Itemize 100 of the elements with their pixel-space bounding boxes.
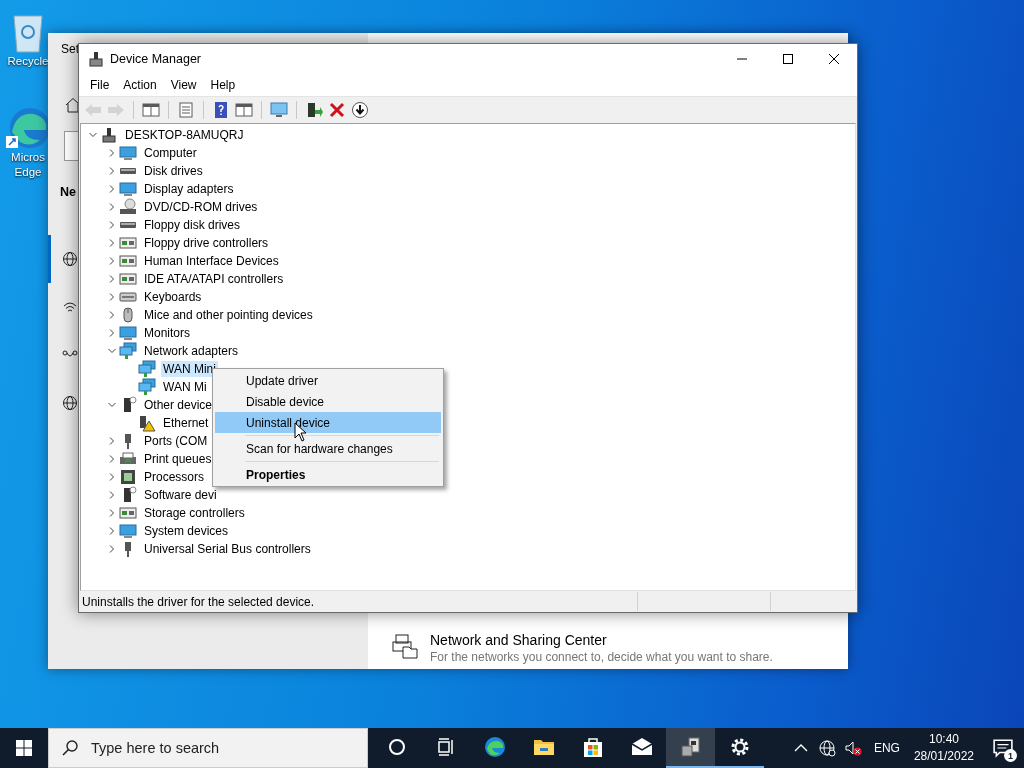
maximize-icon[interactable]: [782, 53, 794, 65]
expand-chevron-icon[interactable]: [108, 455, 116, 463]
tree-item-label[interactable]: DVD/CD-ROM drives: [142, 199, 260, 215]
expand-chevron-icon[interactable]: [108, 545, 116, 553]
tree-item-label[interactable]: System devices: [142, 523, 231, 539]
menu-item[interactable]: View: [163, 78, 204, 92]
language-indicator[interactable]: ENG: [873, 741, 900, 755]
expand-chevron-icon[interactable]: [108, 473, 116, 481]
tree-item-label[interactable]: Ports (COM: [142, 433, 210, 449]
expand-chevron-icon[interactable]: [108, 491, 116, 499]
expand-chevron-icon[interactable]: [108, 527, 116, 535]
collapse-chevron-icon[interactable]: [108, 401, 116, 409]
tree-item-label[interactable]: Display adapters: [142, 181, 236, 197]
tree-item-label[interactable]: Human Interface Devices: [142, 253, 281, 269]
search-field[interactable]: [64, 131, 78, 161]
menu-item[interactable]: File: [83, 78, 117, 92]
tree-item-label[interactable]: IDE ATA/ATAPI controllers: [142, 271, 286, 287]
clock-time[interactable]: 10:40: [928, 731, 959, 748]
circuit-card-icon: [119, 270, 137, 288]
notification-icon[interactable]: [993, 738, 1013, 758]
tree-item-label[interactable]: WAN Mi: [161, 379, 209, 395]
context-menu-item[interactable]: Uninstall device: [215, 412, 441, 433]
tree-item-label[interactable]: DESKTOP-8AMUQRJ: [123, 127, 246, 143]
globe-icon: [62, 251, 78, 267]
scan-monitor-icon[interactable]: [270, 101, 288, 119]
expand-chevron-icon[interactable]: [108, 239, 116, 247]
tree-item-label[interactable]: Software devi: [142, 487, 219, 503]
tree-item-label[interactable]: Universal Serial Bus controllers: [142, 541, 313, 557]
windows-logo-icon[interactable]: [16, 740, 32, 756]
printer-folder-icon[interactable]: [392, 633, 418, 659]
device-manager-icon[interactable]: [678, 735, 703, 759]
link-title[interactable]: Network and Sharing Center: [430, 631, 773, 649]
context-menu-item[interactable]: Scan for hardware changes: [215, 438, 441, 459]
globe-icon[interactable]: [817, 739, 836, 757]
context-menu-item[interactable]: Disable device: [215, 391, 441, 412]
desktop-icon-label: Micros: [11, 150, 45, 165]
circuit-card-icon: [119, 234, 137, 252]
chip-icon: [119, 468, 137, 486]
tree-item-label[interactable]: Monitors: [142, 325, 192, 341]
keyboard-icon: [119, 292, 137, 302]
pane-view-icon[interactable]: [142, 101, 160, 119]
collapse-chevron-icon[interactable]: [89, 131, 97, 139]
monitor-icon: [119, 522, 137, 540]
expand-chevron-icon[interactable]: [108, 293, 116, 301]
clock-date[interactable]: 28/01/2022: [913, 748, 974, 765]
expand-chevron-icon[interactable]: [108, 311, 116, 319]
expand-chevron-icon[interactable]: [108, 167, 116, 175]
tree-item-label[interactable]: Print queues: [142, 451, 214, 467]
search-icon[interactable]: [61, 739, 79, 757]
tree-item-label[interactable]: Floppy drive controllers: [142, 235, 271, 251]
monitor-icon: [119, 180, 137, 198]
tree-item-label[interactable]: Mice and other pointing devices: [142, 307, 315, 323]
properties-sheet-icon[interactable]: [177, 101, 195, 119]
tree-item-label[interactable]: Processors: [142, 469, 207, 485]
download-circle-icon[interactable]: [351, 101, 369, 119]
menu-item[interactable]: Action: [116, 78, 164, 92]
expand-chevron-icon[interactable]: [108, 275, 116, 283]
expand-chevron-icon[interactable]: [108, 149, 116, 157]
network-icon: [119, 342, 137, 360]
menu-item[interactable]: Help: [203, 78, 243, 92]
help-icon[interactable]: [212, 101, 230, 119]
search-bar[interactable]: Type here to search: [48, 728, 368, 768]
expand-chevron-icon[interactable]: [108, 203, 116, 211]
expand-chevron-icon[interactable]: [108, 329, 116, 337]
context-menu-item[interactable]: Properties: [215, 464, 441, 485]
close-icon[interactable]: [828, 53, 840, 65]
tree-item-label[interactable]: Network adapters: [142, 343, 241, 359]
collapse-chevron-icon[interactable]: [108, 347, 116, 355]
desktop-icon-label: Edge: [14, 165, 42, 180]
tree-item-label[interactable]: Storage controllers: [142, 505, 247, 521]
device-manager-icon: [88, 51, 104, 67]
network-icon: [138, 360, 156, 378]
context-menu-item[interactable]: Update driver: [215, 370, 441, 391]
expand-chevron-icon[interactable]: [108, 509, 116, 517]
update-driver-icon[interactable]: [305, 101, 323, 119]
browser-swirl-icon[interactable]: [482, 735, 507, 759]
tree-item-label[interactable]: Disk drives: [142, 163, 205, 179]
disc-drive-icon: [119, 198, 137, 216]
tree-item-label[interactable]: Ethernet: [161, 415, 211, 431]
search-field[interactable]: Type here to search: [89, 739, 343, 757]
expand-chevron-icon[interactable]: [108, 257, 116, 265]
pane-view-icon[interactable]: [235, 101, 253, 119]
tree-item-label[interactable]: Keyboards: [142, 289, 204, 305]
tree-item-label[interactable]: Computer: [142, 145, 199, 161]
monitor-icon: [119, 324, 137, 342]
drive-icon: [119, 221, 137, 229]
tree-item-label[interactable]: Floppy disk drives: [142, 217, 243, 233]
circuit-card-icon: [119, 252, 137, 270]
expand-chevron-icon[interactable]: [108, 437, 116, 445]
expand-chevron-icon[interactable]: [108, 185, 116, 193]
window-title: Device Manager: [110, 52, 202, 66]
home-icon[interactable]: [65, 97, 81, 113]
computer-tower-icon: [100, 126, 118, 144]
monitor-icon: [119, 144, 137, 162]
drive-icon: [119, 167, 137, 175]
speaker-muted-icon[interactable]: [843, 739, 862, 757]
section-heading: Ne: [60, 185, 76, 199]
tree-item-label[interactable]: Other device: [142, 397, 215, 413]
uninstall-x-icon[interactable]: [328, 101, 346, 119]
expand-chevron-icon[interactable]: [108, 221, 116, 229]
